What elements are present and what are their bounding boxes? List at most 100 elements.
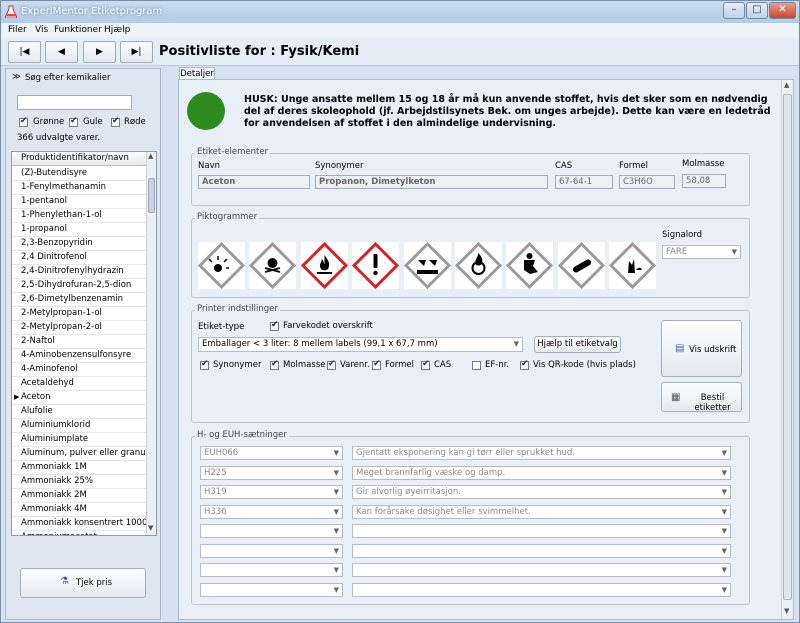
synonyms-field[interactable]: Propanon, Dimetylketon (315, 175, 548, 189)
list-item[interactable]: 1-Phenylethan-1-ol (12, 209, 147, 223)
next-record-button[interactable]: ▶ (83, 41, 116, 63)
list-item[interactable]: 2,5-Dihydrofuran-2,5-dion (12, 279, 147, 293)
first-record-button[interactable]: |◀ (8, 41, 41, 63)
name-field[interactable]: Aceton (198, 175, 310, 189)
list-item-label: Alufolie (21, 406, 53, 416)
sidebar-header[interactable]: ≫ Søg efter kemikalier (8, 71, 158, 85)
molmass-field[interactable]: 58,08 (682, 174, 726, 188)
list-item[interactable]: 2,4 Dinitrofenol (12, 251, 147, 265)
h-code-select[interactable]: H319 ▼ (200, 485, 343, 499)
color-coded-checkbox[interactable] (270, 320, 279, 331)
list-item[interactable]: 1-Fenylmethanamin (12, 181, 147, 195)
details-scroll-up-icon[interactable]: ▲ (784, 81, 789, 89)
h-statement-chevron-icon: ▼ (721, 507, 727, 516)
filter-yellow-checkbox[interactable] (69, 116, 78, 127)
previous-record-button[interactable]: ◀ (45, 41, 78, 63)
print-option-checkbox[interactable] (372, 359, 381, 370)
scroll-down-icon[interactable]: ▼ (148, 524, 153, 532)
list-item[interactable]: Ammoniumacetat (12, 531, 147, 535)
list-item[interactable]: Ammoniakk 25% (12, 475, 147, 489)
order-labels-button[interactable]: ▦ Bestil etiketter (661, 382, 742, 413)
filter-red-checkbox[interactable] (111, 116, 120, 127)
label-type-select[interactable]: Emballager < 3 liter: 8 mellem labels (9… (198, 337, 523, 352)
close-button[interactable]: ✕ (769, 2, 796, 19)
h-code-select[interactable]: EUH066 ▼ (200, 446, 343, 460)
check-price-label: Tjek pris (76, 578, 113, 588)
menu-hjaelp[interactable]: Hjælp (104, 25, 130, 35)
h-statement-select[interactable]: Gir alvorlig øyeirritasjon. ▼ (352, 485, 731, 499)
formula-field[interactable]: C3H6O (619, 175, 675, 189)
menu-funktioner[interactable]: Funktioner (54, 25, 102, 35)
list-item[interactable]: 2,4-Dinitrofenylhydrazin (12, 265, 147, 279)
list-item[interactable]: Ammoniakk 4M (12, 503, 147, 517)
list-item[interactable]: Ammoniakk 2M (12, 489, 147, 503)
details-scrollbar[interactable]: ▲ ▼ (781, 80, 793, 619)
collapse-chevron-icon: ≫ (12, 72, 21, 82)
h-code-select[interactable]: H225 ▼ (200, 465, 343, 480)
list-item[interactable]: 2,6-Dimetylbenzenamin (12, 293, 147, 307)
list-item[interactable]: Ammoniakk 1M (12, 461, 147, 475)
h-code-chevron-icon: ▼ (333, 566, 339, 574)
list-item[interactable]: 2-Metylpropan-1-ol (12, 307, 147, 321)
h-statement-select[interactable]: ▼ (352, 582, 731, 597)
signal-word-select[interactable]: FARE ▼ (662, 245, 741, 259)
search-input[interactable] (17, 95, 132, 110)
print-option-checkbox[interactable] (472, 361, 481, 370)
list-item[interactable]: 2-Naftol (12, 335, 147, 349)
h-code-select[interactable]: ▼ (200, 582, 343, 597)
list-item-label: Ammoniakk 25% (21, 476, 93, 486)
list-item[interactable]: (Z)-Butendisyre (12, 167, 147, 181)
list-item[interactable]: Ammoniakk konsentrert 1000ml (12, 517, 147, 531)
list-item[interactable]: Aluminiumklorid (12, 419, 147, 433)
print-option-checkbox[interactable] (520, 359, 529, 370)
details-scroll-down-icon[interactable]: ▼ (784, 607, 789, 615)
scroll-thumb[interactable] (148, 178, 155, 213)
color-coded-label: Farvekodet overskrift (283, 321, 373, 331)
list-item[interactable]: Aluminum, pulver eller granulat (12, 447, 147, 461)
list-item[interactable]: 1-pentanol (12, 195, 147, 209)
h-statement-select[interactable]: ▼ (352, 563, 731, 577)
h-statement-select[interactable]: Kan forårsake døsighet eller svimmelhet.… (352, 504, 731, 519)
h-code-select[interactable]: ▼ (200, 563, 343, 577)
filter-green-checkbox[interactable] (19, 116, 28, 127)
menu-filer[interactable]: Filer (8, 25, 27, 35)
list-item[interactable]: ▶ Aceton (12, 391, 147, 405)
print-option-checkbox[interactable] (200, 359, 209, 370)
print-option-checkbox[interactable] (270, 359, 279, 370)
list-item[interactable]: 1-propanol (12, 223, 147, 237)
print-option-checkbox[interactable] (327, 359, 336, 370)
menu-vis[interactable]: Vis (35, 25, 48, 35)
last-record-button[interactable]: ▶| (120, 41, 153, 63)
h-statement-select[interactable]: ▼ (352, 524, 731, 538)
list-item[interactable]: Alufolie (12, 405, 147, 419)
h-statement-select[interactable]: ▼ (352, 543, 731, 558)
list-column-header[interactable]: Produktidentifikator/navn (12, 152, 147, 166)
scroll-up-icon[interactable]: ▲ (148, 152, 153, 160)
app-icon (5, 5, 17, 18)
oxidizing-icon (454, 241, 503, 290)
check-price-button[interactable]: ⚗ Tjek pris (20, 568, 146, 598)
show-print-button[interactable]: ▤ Vis udskrift (661, 320, 742, 377)
cas-field[interactable]: 67-64-1 (555, 175, 613, 189)
h-statement-chevron-icon: ▼ (721, 527, 727, 535)
maximize-button[interactable]: □ (746, 2, 768, 19)
list-item[interactable]: 4-Aminofenol (12, 363, 147, 377)
list-item[interactable]: 4-Aminobenzensulfonsyre (12, 349, 147, 363)
list-scrollbar[interactable]: ▲ ▼ (146, 152, 156, 535)
list-item[interactable]: Aluminiumplate (12, 433, 147, 447)
h-statement-select[interactable]: Gjentatt eksponering kan gi tørr eller s… (352, 446, 731, 460)
list-item[interactable]: 2-Metylpropan-2-ol (12, 321, 147, 335)
list-item-label: Ammoniumacetat (21, 532, 97, 535)
h-statement-select[interactable]: Meget brannfarlig væske og damp. ▼ (352, 465, 731, 480)
h-code-select[interactable]: ▼ (200, 543, 343, 558)
label-help-button[interactable]: Hjælp til etiketvalg (534, 336, 621, 353)
minimize-button[interactable]: – (723, 2, 745, 19)
h-code-select[interactable]: ▼ (200, 524, 343, 538)
h-code-select[interactable]: H336 ▼ (200, 504, 343, 519)
synonyms-label: Synonymer (315, 161, 364, 171)
list-item[interactable]: 2,3-Benzopyridin (12, 237, 147, 251)
print-option-checkbox[interactable] (421, 359, 430, 370)
corrosive-icon (403, 241, 451, 290)
list-item[interactable]: Acetaldehyd (12, 377, 147, 391)
details-scroll-thumb[interactable] (783, 94, 792, 600)
